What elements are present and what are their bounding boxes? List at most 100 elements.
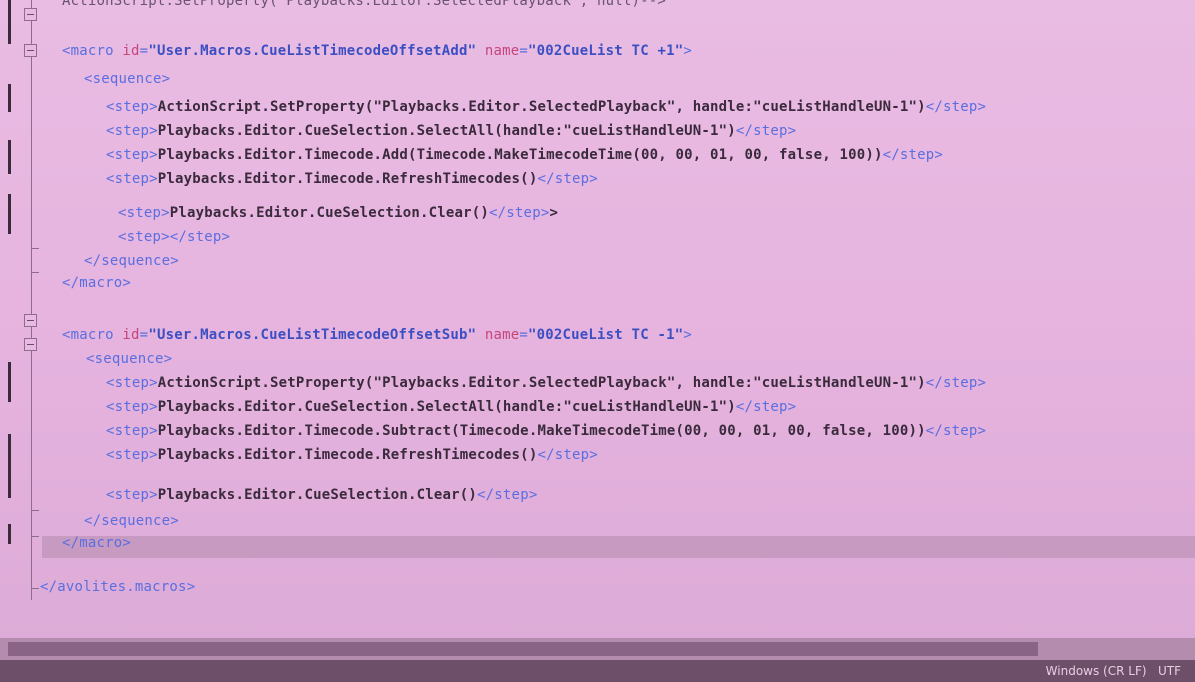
change-marker <box>8 84 11 112</box>
code-token-str: "User.Macros.CueListTimecodeOffsetAdd" <box>148 43 477 59</box>
code-token-tag: > <box>683 43 692 59</box>
code-token-tag: </step> <box>735 399 797 415</box>
code-token-tag: <step> <box>106 399 158 415</box>
code-line[interactable]: <step>Playbacks.Editor.CueSelection.Clea… <box>106 486 537 504</box>
fold-collapse-icon[interactable] <box>24 44 37 57</box>
code-token-tag: <step> <box>106 423 158 439</box>
code-line[interactable]: <macro id = "User.Macros.CueListTimecodeOf… <box>62 42 692 60</box>
code-line[interactable]: <sequence> <box>84 70 170 88</box>
code-token-txt: Playbacks.Editor.Timecode.Subtract(Timec… <box>157 423 926 439</box>
code-line[interactable]: <step>Playbacks.Editor.Timecode.Add(Time… <box>106 146 943 164</box>
code-token-str: "002CueList TC +1" <box>528 43 684 59</box>
change-marker <box>8 0 11 44</box>
code-line[interactable]: <step>ActionScript.SetProperty("Playback… <box>106 374 986 392</box>
fold-end-tick <box>31 248 39 249</box>
encoding-indicator[interactable]: Windows (CR LF) UTF <box>1046 664 1181 678</box>
code-line[interactable]: <step>ActionScript.SetProperty("Playback… <box>106 98 986 116</box>
code-line[interactable]: </macro> <box>62 274 131 292</box>
code-line[interactable]: <step></step> <box>118 228 230 246</box>
code-token-tag: <macro <box>62 327 123 343</box>
code-line[interactable]: </avolites.macros> <box>40 578 195 596</box>
change-marker <box>8 362 11 402</box>
code-token-str: "002CueList TC -1" <box>528 327 684 343</box>
status-bar: Windows (CR LF) UTF <box>0 660 1195 682</box>
code-token-txt: ActionScript.SetProperty("Playbacks.Edit… <box>157 375 926 391</box>
code-line[interactable]: <step>Playbacks.Editor.Timecode.RefreshT… <box>106 170 598 188</box>
fold-end-tick <box>31 536 39 537</box>
code-token-tag: </step> <box>925 375 987 391</box>
code-token-tag: </sequence> <box>84 253 179 269</box>
code-line[interactable]: <step>Playbacks.Editor.CueSelection.Sele… <box>106 398 796 416</box>
code-token-txt: ActionScript.SetProperty("Playbacks.Edit… <box>157 99 926 115</box>
code-line[interactable]: <step>Playbacks.Editor.Timecode.Subtract… <box>106 422 986 440</box>
code-token-attr: name <box>484 43 520 59</box>
code-line[interactable]: </sequence> <box>84 252 179 270</box>
change-marker <box>8 434 11 498</box>
fold-end-tick <box>31 510 39 511</box>
code-token-tag: </step> <box>477 487 538 503</box>
code-token-tag: > <box>683 327 692 343</box>
fold-collapse-icon[interactable] <box>24 314 37 327</box>
code-token-tag: <step> <box>118 205 170 221</box>
code-token-tag: </step> <box>489 205 550 221</box>
code-token-tag: <step> <box>106 487 158 503</box>
code-token-txt: Playbacks.Editor.CueSelection.SelectAll(… <box>157 399 736 415</box>
code-line[interactable]: </macro> <box>62 534 131 552</box>
code-token-txt: Playbacks.Editor.CueSelection.Clear() <box>169 205 490 221</box>
change-marker <box>8 194 11 234</box>
code-token-txt: > <box>549 205 559 221</box>
xml-editor-screen: ActionScript.SetProperty("Playbacks.Edit… <box>0 0 1195 682</box>
code-line[interactable]: <sequence> <box>86 350 172 368</box>
code-token-attr: name <box>484 327 520 343</box>
code-token-tag: </step> <box>925 423 987 439</box>
code-token-str: "User.Macros.CueListTimecodeOffsetSub" <box>148 327 477 343</box>
code-token-tag: <step> <box>106 375 158 391</box>
code-token-attr: id <box>122 327 140 343</box>
code-token-tag: <sequence> <box>84 71 171 87</box>
change-marker <box>8 140 11 174</box>
code-token-tag: </avolites.macros> <box>40 579 196 595</box>
code-token-attr: id <box>122 43 140 59</box>
code-token-tag: <step> <box>106 447 158 463</box>
code-token-txt: Playbacks.Editor.Timecode.RefreshTimecod… <box>157 447 538 463</box>
code-line[interactable]: <step>Playbacks.Editor.CueSelection.Sele… <box>106 122 796 140</box>
code-token-tag: </step> <box>882 147 943 163</box>
code-token-tag: = <box>519 327 529 343</box>
code-token-tag: </sequence> <box>84 513 179 529</box>
code-token-cmt: ActionScript.SetProperty("Playbacks.Edit… <box>62 0 667 9</box>
code-token-txt: Playbacks.Editor.CueSelection.SelectAll(… <box>157 123 736 139</box>
code-token-tag: <step> <box>106 171 158 187</box>
code-token-tag <box>476 327 485 343</box>
code-token-tag: <sequence> <box>86 351 173 367</box>
fold-end-tick <box>31 588 39 589</box>
current-line-highlight <box>42 536 1195 558</box>
code-token-txt: Playbacks.Editor.Timecode.RefreshTimecod… <box>157 171 538 187</box>
scrollbar-thumb[interactable] <box>8 642 1038 656</box>
code-token-tag: </step> <box>735 123 797 139</box>
code-line[interactable]: <step>Playbacks.Editor.Timecode.RefreshT… <box>106 446 598 464</box>
code-token-tag: <macro <box>62 43 123 59</box>
code-token-tag: <step> <box>106 99 158 115</box>
code-token-tag: </macro> <box>62 535 132 551</box>
fold-end-tick <box>31 272 39 273</box>
code-line[interactable]: </sequence> <box>84 512 179 530</box>
fold-gutter <box>0 0 42 640</box>
code-token-tag: </macro> <box>62 275 132 291</box>
code-token-txt: Playbacks.Editor.Timecode.Add(Timecode.M… <box>157 147 883 163</box>
code-token-tag: </step> <box>537 171 598 187</box>
horizontal-scrollbar[interactable] <box>0 638 1195 660</box>
fold-collapse-icon[interactable] <box>24 8 37 21</box>
change-marker <box>8 524 11 544</box>
code-token-tag: <step></step> <box>118 229 231 245</box>
code-token-tag: </step> <box>925 99 987 115</box>
code-line[interactable]: <macro id = "User.Macros.CueListTimecodeOf… <box>62 326 692 344</box>
code-token-tag: <step> <box>106 147 158 163</box>
code-token-tag: <step> <box>106 123 158 139</box>
code-token-txt: Playbacks.Editor.CueSelection.Clear() <box>157 487 478 503</box>
code-token-tag <box>476 43 485 59</box>
code-line[interactable]: <step>Playbacks.Editor.CueSelection.Clea… <box>118 204 558 222</box>
code-token-tag: </step> <box>537 447 598 463</box>
code-token-tag: = <box>519 43 529 59</box>
code-line[interactable]: ActionScript.SetProperty("Playbacks.Edit… <box>62 0 666 10</box>
fold-collapse-icon[interactable] <box>24 338 37 351</box>
